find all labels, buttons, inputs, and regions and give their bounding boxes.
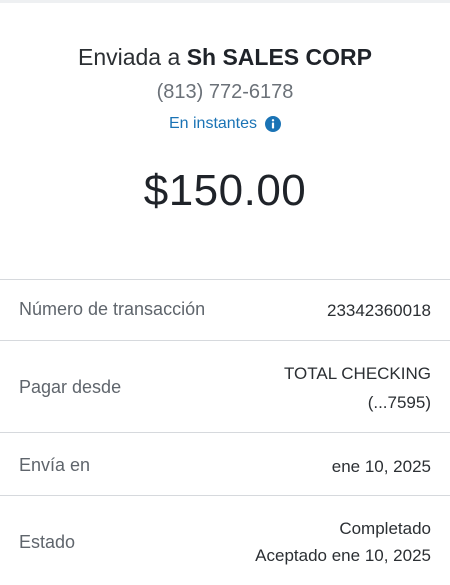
detail-label: Estado bbox=[19, 532, 76, 552]
detail-label: Pagar desde bbox=[19, 377, 122, 397]
recipient-name: Sh SALES CORP bbox=[186, 44, 372, 70]
detail-label: Número de transacción bbox=[19, 299, 206, 319]
detail-value: 23342360018 bbox=[326, 301, 431, 320]
delivery-speed: En instantes bbox=[0, 115, 450, 133]
detail-row-pay-from: Pagar desde TOTAL CHECKING (...7595) bbox=[0, 340, 450, 433]
delivery-speed-label: En instantes bbox=[168, 115, 258, 132]
detail-row-transaction: Número de transacción 23342360018 bbox=[0, 279, 450, 341]
detail-label: Envía en bbox=[19, 455, 91, 475]
detail-row-status: Estado Completado Aceptado ene 10, 2025 bbox=[0, 495, 450, 585]
recipient-line: Enviada a Sh SALES CORP bbox=[0, 44, 450, 71]
payment-amount: $150.00 bbox=[143, 166, 307, 215]
detail-value: ene 10, 2025 bbox=[331, 457, 431, 476]
sent-prefix: Enviada a bbox=[77, 44, 181, 70]
top-divider bbox=[0, 0, 450, 3]
detail-row-send-on: Envía en ene 10, 2025 bbox=[0, 432, 450, 496]
recipient-phone: (813) 772-6178 bbox=[156, 81, 294, 103]
account-number: (...7595) bbox=[367, 393, 431, 412]
info-icon[interactable] bbox=[265, 116, 282, 132]
status-date: Aceptado ene 10, 2025 bbox=[255, 546, 431, 565]
detail-value: TOTAL CHECKING bbox=[283, 364, 431, 383]
status-value: Completado bbox=[339, 519, 431, 538]
